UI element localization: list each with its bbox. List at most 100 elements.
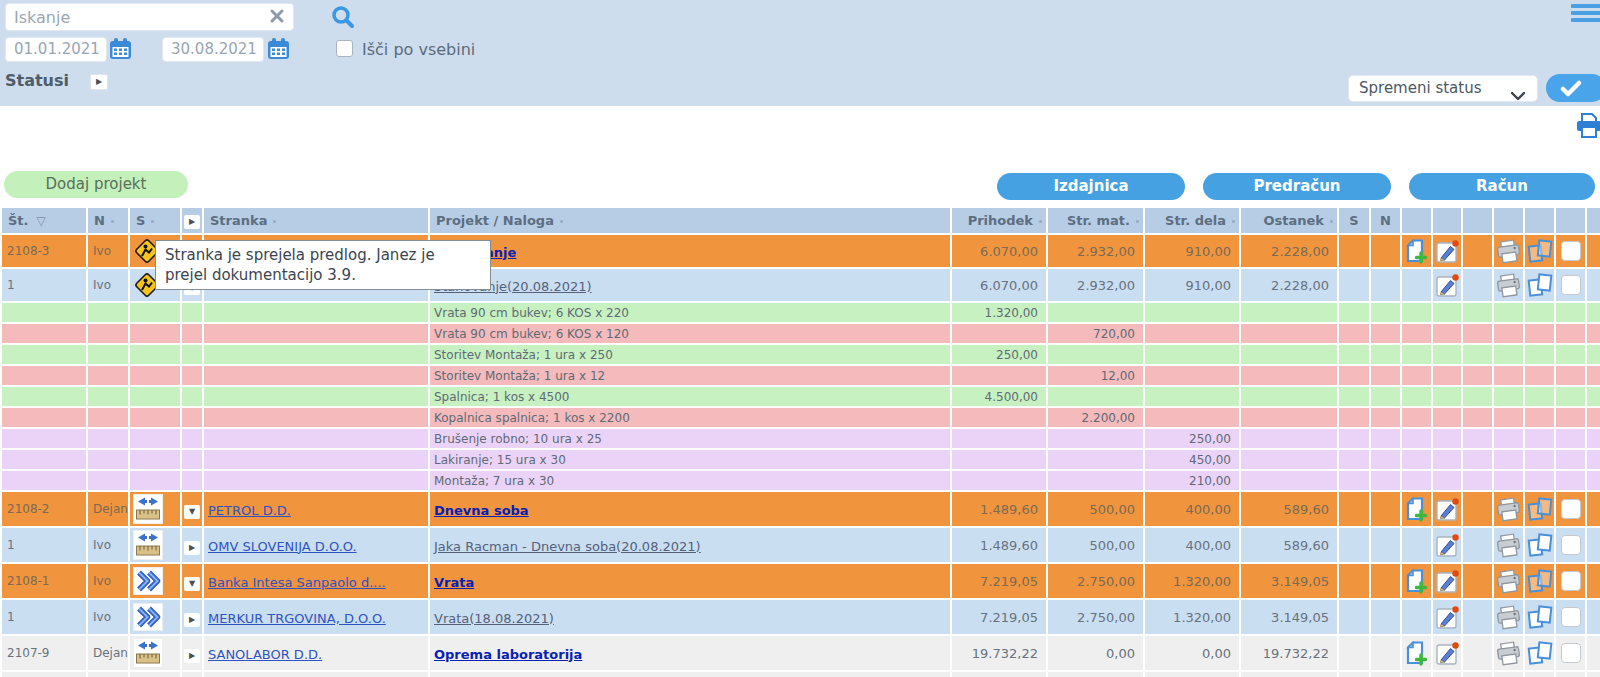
cell-expander: ▶	[182, 528, 202, 562]
izdajnica-button[interactable]: Izdajnica	[997, 173, 1185, 200]
edit-icon[interactable]	[1434, 238, 1461, 265]
statusi-label: Statusi	[5, 71, 69, 90]
clear-search-icon[interactable]	[268, 7, 286, 25]
row-checkbox[interactable]	[1561, 535, 1581, 555]
cell-empty	[1525, 429, 1554, 448]
column-header-Prihodek[interactable]: Prihodek	[952, 208, 1046, 233]
column-header-Št.[interactable]: Št.▽	[2, 208, 86, 233]
statusi-expander-button[interactable]: ▶	[90, 74, 108, 90]
row-expander-button[interactable]: ▼	[184, 505, 200, 519]
edit-icon[interactable]	[1434, 532, 1461, 559]
row-expander-button[interactable]: ▶	[184, 541, 200, 555]
project-link[interactable]: Vrata	[434, 575, 474, 590]
filter-icon[interactable]: ▽	[37, 214, 46, 228]
copy-icon[interactable]	[1526, 532, 1554, 559]
client-link[interactable]: PETROL D.D.	[208, 503, 291, 518]
add-document-icon[interactable]	[1403, 496, 1430, 523]
menu-icon[interactable]	[1571, 4, 1600, 25]
row-checkbox[interactable]	[1561, 275, 1581, 295]
detail-row: Storitev Montaža; 1 ura x 1212,00	[2, 366, 1600, 385]
search-content-checkbox[interactable]	[336, 40, 353, 57]
edit-icon[interactable]	[1434, 604, 1461, 631]
predracun-button[interactable]: Predračun	[1203, 173, 1391, 200]
add-document-icon[interactable]	[1403, 640, 1430, 667]
column-header-N[interactable]: N	[88, 208, 128, 233]
edit-icon[interactable]	[1434, 496, 1461, 523]
row-expander-button[interactable]: ▼	[184, 577, 200, 591]
calendar-icon[interactable]	[108, 36, 133, 65]
row-expander-button[interactable]: ▶	[184, 613, 200, 627]
print-icon[interactable]	[1495, 273, 1522, 298]
measure-icon[interactable]	[133, 530, 163, 560]
print-icon[interactable]	[1495, 605, 1522, 630]
column-header-Str. mat.[interactable]: Str. mat.	[1048, 208, 1143, 233]
row-checkbox[interactable]	[1561, 241, 1581, 261]
column-header-S[interactable]: S	[130, 208, 180, 233]
project-link[interactable]: Jaka Racman - Dnevna soba(20.08.2021)	[434, 539, 701, 554]
column-header-Projekt / Naloga[interactable]: Projekt / Naloga	[430, 208, 950, 233]
column-header-S[interactable]: S	[1339, 208, 1369, 233]
print-icon[interactable]	[1495, 239, 1522, 264]
date-from-input[interactable]: 01.01.2021	[5, 37, 107, 62]
cell-edit-icon	[1433, 672, 1461, 677]
sort-icon	[1232, 220, 1235, 223]
add-document-icon[interactable]	[1403, 238, 1430, 265]
measure-icon[interactable]	[133, 638, 163, 668]
measure-icon[interactable]	[133, 494, 163, 524]
cell-empty	[1433, 366, 1461, 385]
cell-edit-icon	[1433, 600, 1461, 634]
cell-prihodek: 1.489,60	[952, 492, 1046, 526]
chevrons-icon[interactable]	[133, 567, 163, 595]
row-checkbox[interactable]	[1561, 643, 1581, 663]
copy-icon[interactable]	[1526, 238, 1554, 265]
column-header-N[interactable]: N	[1371, 208, 1400, 233]
copy-icon[interactable]	[1526, 604, 1554, 631]
apply-status-button[interactable]	[1546, 74, 1600, 102]
sort-icon	[1330, 220, 1333, 223]
client-link[interactable]: OMV SLOVENIJA D.O.O.	[208, 539, 357, 554]
column-header-Str. dela[interactable]: Str. dela	[1145, 208, 1239, 233]
calendar-icon[interactable]	[266, 36, 291, 65]
project-link[interactable]: Vrata(18.08.2021)	[434, 611, 554, 626]
copy-icon[interactable]	[1526, 640, 1554, 667]
row-checkbox[interactable]	[1561, 499, 1581, 519]
edit-icon[interactable]	[1434, 272, 1461, 299]
search-icon[interactable]	[330, 4, 356, 34]
add-project-button[interactable]: Dodaj projekt	[4, 171, 188, 198]
expand-all-button[interactable]: ▶	[184, 215, 200, 229]
row-checkbox[interactable]	[1561, 571, 1581, 591]
print-icon[interactable]	[1574, 111, 1600, 143]
client-link[interactable]: MERKUR TRGOVINA, D.O.O.	[208, 611, 386, 626]
date-to-input[interactable]: 30.08.2021	[162, 37, 264, 62]
copy-icon[interactable]	[1526, 568, 1554, 595]
racun-button[interactable]: Račun	[1409, 173, 1595, 200]
detail-row: Vrata 90 cm bukev; 6 KOS x 2201.320,00	[2, 303, 1600, 322]
project-link[interactable]: Dnevna soba	[434, 503, 529, 518]
column-header-Ostanek[interactable]: Ostanek	[1241, 208, 1337, 233]
row-checkbox[interactable]	[1561, 607, 1581, 627]
cell-owner: Dejan	[88, 636, 128, 670]
edit-icon[interactable]	[1434, 640, 1461, 667]
row-expander-button[interactable]: ▶	[184, 649, 200, 663]
edit-icon[interactable]	[1434, 568, 1461, 595]
column-header-Stranka[interactable]: Stranka	[204, 208, 428, 233]
add-document-icon[interactable]	[1403, 568, 1430, 595]
cell-empty	[1494, 366, 1523, 385]
cell-action-empty	[1463, 528, 1492, 562]
change-status-select[interactable]: Spremeni status	[1348, 75, 1538, 102]
copy-icon[interactable]	[1526, 496, 1554, 523]
project-link[interactable]: Oprema laboratorija	[434, 647, 582, 662]
cell-owner: Dejan	[88, 492, 128, 526]
chevrons-icon[interactable]	[133, 603, 163, 631]
print-icon[interactable]	[1495, 533, 1522, 558]
client-link[interactable]: Banka Intesa Sanpaolo d....	[208, 575, 386, 590]
search-input[interactable]	[5, 3, 294, 31]
print-icon[interactable]	[1495, 641, 1522, 666]
cell-empty	[204, 471, 428, 490]
print-icon[interactable]	[1495, 569, 1522, 594]
cell-ostanek	[1241, 303, 1337, 322]
client-link[interactable]: SANOLABOR D.D.	[208, 647, 322, 662]
copy-icon[interactable]	[1526, 272, 1554, 299]
cell-empty	[88, 429, 128, 448]
print-icon[interactable]	[1495, 497, 1522, 522]
